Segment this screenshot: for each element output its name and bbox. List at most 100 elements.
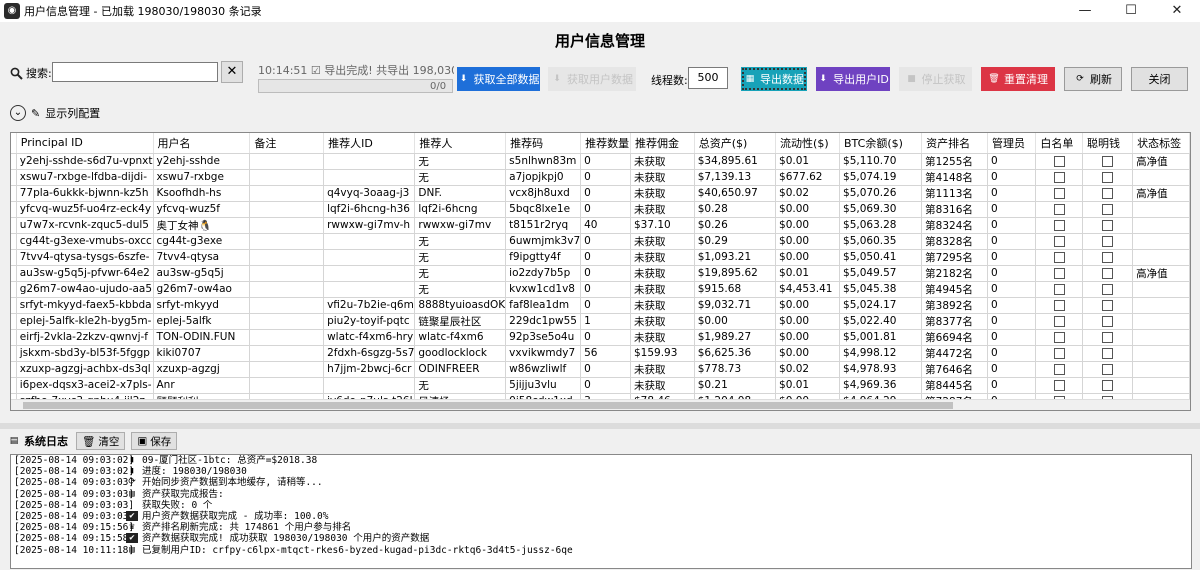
table-row[interactable]: g26m7-ow4ao-ujudo-aa5 g26m7-ow4ao 无 kvxw1cd…	[11, 281, 1190, 298]
table-cell[interactable]: 0	[580, 249, 631, 266]
table-cell[interactable]: 无	[414, 249, 507, 266]
table-cell[interactable]: 0	[580, 201, 631, 218]
table-cell[interactable]: $0.01	[775, 153, 841, 170]
whitelist-checkbox-cell[interactable]	[1035, 297, 1084, 314]
checkbox[interactable]	[1102, 219, 1114, 231]
table-cell[interactable]: rwwxw-gi7mv-h	[323, 217, 416, 234]
table-cell[interactable]: $0.02	[775, 185, 841, 202]
table-cell[interactable]: 0	[987, 297, 1037, 314]
table-cell[interactable]: 7tvv4-qtysa-tysgs-6szfe-	[16, 249, 154, 266]
table-cell[interactable]	[1132, 345, 1190, 362]
table-cell[interactable]	[249, 313, 325, 330]
table-cell[interactable]: $5,050.41	[839, 249, 923, 266]
table-cell[interactable]: $5,070.26	[839, 185, 923, 202]
table-cell[interactable]: eirfj-2vkla-2zkzv-qwnvj-f	[16, 329, 154, 346]
table-cell[interactable]: lqf2i-6hcng-h36	[323, 201, 416, 218]
table-cell[interactable]: t8151r2ryq	[505, 217, 582, 234]
export-data-button[interactable]: ▦ 导出数据	[741, 67, 807, 91]
table-cell[interactable]: srfyt-mkyyd-faex5-kbbda	[16, 297, 154, 314]
table-cell[interactable]: Ksoofhdh-hs	[153, 185, 251, 202]
table-cell[interactable]	[1132, 201, 1190, 218]
table-cell[interactable]: xzuxp-agzgj-achbx-ds3ql	[16, 361, 154, 378]
smart-money-checkbox-cell[interactable]	[1082, 361, 1134, 378]
table-cell[interactable]: 0	[580, 281, 631, 298]
table-cell[interactable]: 0	[987, 377, 1037, 394]
table-cell[interactable]: vcx8jh8uxd	[505, 185, 582, 202]
reset-button[interactable]: 🗑 重置清理	[981, 67, 1055, 91]
table-cell[interactable]: $0.01	[775, 265, 841, 282]
stop-fetch-button[interactable]: ■ 停止获取	[899, 67, 972, 91]
table-cell[interactable]: $778.73	[694, 361, 777, 378]
table-cell[interactable]: $4,978.93	[839, 361, 923, 378]
table-cell[interactable]: srfyt-mkyyd	[153, 297, 251, 314]
table-row[interactable]: y2ehj-sshde-s6d7u-vpnxt y2ehj-sshde 无 s5nlh…	[11, 153, 1190, 170]
table-cell[interactable]: $37.10	[630, 217, 695, 234]
table-cell[interactable]: 高净值	[1132, 153, 1190, 170]
horizontal-scrollbar[interactable]	[11, 399, 1190, 410]
checkbox[interactable]	[1102, 235, 1114, 247]
table-cell[interactable]: 未获取	[630, 169, 695, 186]
smart-money-checkbox-cell[interactable]	[1082, 169, 1134, 186]
table-cell[interactable]: $0.01	[775, 377, 841, 394]
clear-log-button[interactable]: 🗑 清空	[76, 432, 126, 450]
table-cell[interactable]	[323, 265, 416, 282]
table-cell[interactable]: $0.28	[694, 201, 777, 218]
table-cell[interactable]: 第3892名	[921, 297, 988, 314]
table-cell[interactable]: $0.29	[694, 233, 777, 250]
table-cell[interactable]	[249, 297, 325, 314]
table-cell[interactable]: $9,032.71	[694, 297, 777, 314]
table-cell[interactable]	[1132, 297, 1190, 314]
table-cell[interactable]: vfi2u-7b2ie-q6m	[323, 297, 416, 314]
whitelist-checkbox-cell[interactable]	[1035, 153, 1084, 170]
table-cell[interactable]: $5,045.38	[839, 281, 923, 298]
checkbox[interactable]	[1102, 347, 1114, 359]
table-cell[interactable]: 0	[987, 185, 1037, 202]
column-header[interactable]: 聪明钱	[1082, 133, 1134, 154]
smart-money-checkbox-cell[interactable]	[1082, 329, 1134, 346]
maximize-button[interactable]: ☐	[1108, 0, 1154, 22]
table-cell[interactable]: 0	[580, 329, 631, 346]
checkbox[interactable]	[1102, 155, 1114, 167]
table-cell[interactable]	[249, 249, 325, 266]
checkbox[interactable]	[1102, 379, 1114, 391]
table-cell[interactable]: $0.00	[775, 249, 841, 266]
table-cell[interactable]: cg44t-g3exe	[153, 233, 251, 250]
table-cell[interactable]: TON-ODIN.FUN	[153, 329, 251, 346]
table-cell[interactable]: 无	[414, 377, 507, 394]
column-header[interactable]: 推荐码	[505, 133, 582, 154]
whitelist-checkbox-cell[interactable]	[1035, 313, 1084, 330]
table-cell[interactable]: xswu7-rxbge-lfdba-dijdi-	[16, 169, 154, 186]
column-header[interactable]: 推荐人	[414, 133, 507, 154]
column-header[interactable]: 推荐佣金	[630, 133, 695, 154]
table-cell[interactable]: 未获取	[630, 233, 695, 250]
table-cell[interactable]	[1132, 377, 1190, 394]
table-cell[interactable]: u7w7x-rcvnk-zquc5-dul5	[16, 217, 154, 234]
table-row[interactable]: xzuxp-agzgj-achbx-ds3ql xzuxp-agzgj h7jjm-…	[11, 361, 1190, 378]
whitelist-checkbox-cell[interactable]	[1035, 329, 1084, 346]
table-cell[interactable]: 0	[987, 153, 1037, 170]
table-cell[interactable]: 0	[987, 313, 1037, 330]
whitelist-checkbox-cell[interactable]	[1035, 201, 1084, 218]
table-cell[interactable]: 无	[414, 265, 507, 282]
smart-money-checkbox-cell[interactable]	[1082, 185, 1134, 202]
table-cell[interactable]: $0.00	[775, 233, 841, 250]
fetch-user-button[interactable]: ⬇ 获取用户数据	[548, 67, 636, 91]
table-cell[interactable]: 0	[580, 153, 631, 170]
table-cell[interactable]: 未获取	[630, 201, 695, 218]
table-cell[interactable]: faf8lea1dm	[505, 297, 582, 314]
table-cell[interactable]: yfcvq-wuz5f-uo4rz-eck4y	[16, 201, 154, 218]
smart-money-checkbox-cell[interactable]	[1082, 153, 1134, 170]
table-cell[interactable]: 8888tyuioasdOK	[414, 297, 507, 314]
table-cell[interactable]: 5jijju3vlu	[505, 377, 582, 394]
checkbox[interactable]	[1102, 299, 1114, 311]
threads-input[interactable]: 500	[688, 67, 728, 89]
table-cell[interactable]: $0.00	[775, 217, 841, 234]
smart-money-checkbox-cell[interactable]	[1082, 377, 1134, 394]
whitelist-checkbox-cell[interactable]	[1035, 249, 1084, 266]
table-cell[interactable]: $5,074.19	[839, 169, 923, 186]
table-row[interactable]: 77pla-6ukkk-bjwnn-kz5h Ksoofhdh-hs q4vyq-3…	[11, 185, 1190, 202]
table-cell[interactable]: 第7646名	[921, 361, 988, 378]
table-cell[interactable]: 链聚星辰社区	[414, 313, 507, 330]
scrollbar-thumb[interactable]	[23, 402, 953, 409]
table-cell[interactable]: $5,060.35	[839, 233, 923, 250]
